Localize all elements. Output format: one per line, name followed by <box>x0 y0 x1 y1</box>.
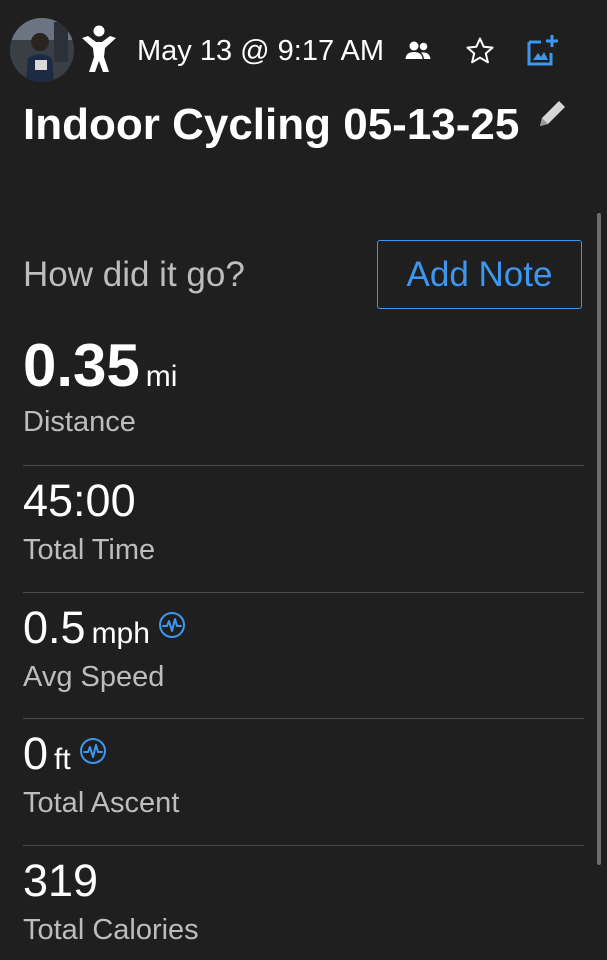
divider <box>23 718 584 719</box>
pencil-icon[interactable] <box>536 96 570 130</box>
person-stretching-icon <box>82 25 116 72</box>
total-ascent-label: Total Ascent <box>23 787 180 819</box>
sensor-pulse-icon[interactable] <box>79 737 107 765</box>
top-bar: May 13 @ 9:17 AM <box>0 0 607 100</box>
total-time-label: Total Time <box>23 534 156 566</box>
total-calories-value-row: 319 <box>23 856 98 916</box>
total-calories-value: 319 <box>23 855 99 906</box>
scrollbar[interactable] <box>597 213 601 865</box>
activity-date-time: May 13 @ 9:17 AM <box>137 35 385 67</box>
total-time-value-row: 45:00 <box>23 476 136 536</box>
avg-speed-value-row: 0.5 mph <box>23 603 186 663</box>
total-ascent-unit: ft <box>54 743 71 776</box>
avg-speed-value: 0.5 <box>23 602 86 653</box>
distance-label: Distance <box>23 406 136 438</box>
stat-total-ascent: 0 ft Total Ascent <box>23 729 584 829</box>
add-photo-icon[interactable] <box>526 33 560 67</box>
divider <box>23 592 584 593</box>
add-note-button[interactable]: Add Note <box>377 240 582 309</box>
how-did-it-go-prompt: How did it go? <box>23 255 245 294</box>
total-calories-label: Total Calories <box>23 914 199 946</box>
distance-value: 0.35 <box>23 332 140 399</box>
stat-avg-speed: 0.5 mph Avg Speed <box>23 603 584 703</box>
total-time-value: 45:00 <box>23 475 136 526</box>
activity-title: Indoor Cycling 05-13-25 <box>23 100 520 149</box>
total-ascent-value-row: 0 ft <box>23 729 107 789</box>
star-icon[interactable] <box>465 36 495 66</box>
divider <box>23 465 584 466</box>
stat-distance: 0.35 mi Distance <box>23 336 584 446</box>
people-icon[interactable] <box>404 38 432 64</box>
avg-speed-unit: mph <box>91 617 150 650</box>
activity-detail-screen: May 13 @ 9:17 AM Indoor Cycling 05-13-25… <box>0 0 607 960</box>
avatar-photo <box>10 18 74 82</box>
stat-total-calories: 319 Total Calories <box>23 856 584 956</box>
sensor-pulse-icon[interactable] <box>158 611 186 639</box>
avg-speed-label: Avg Speed <box>23 661 165 693</box>
distance-unit: mi <box>145 360 178 393</box>
distance-value-row: 0.35 mi <box>23 336 177 396</box>
total-ascent-value: 0 <box>23 728 49 779</box>
stat-total-time: 45:00 Total Time <box>23 476 584 576</box>
divider <box>23 845 584 846</box>
avatar[interactable] <box>10 18 74 82</box>
